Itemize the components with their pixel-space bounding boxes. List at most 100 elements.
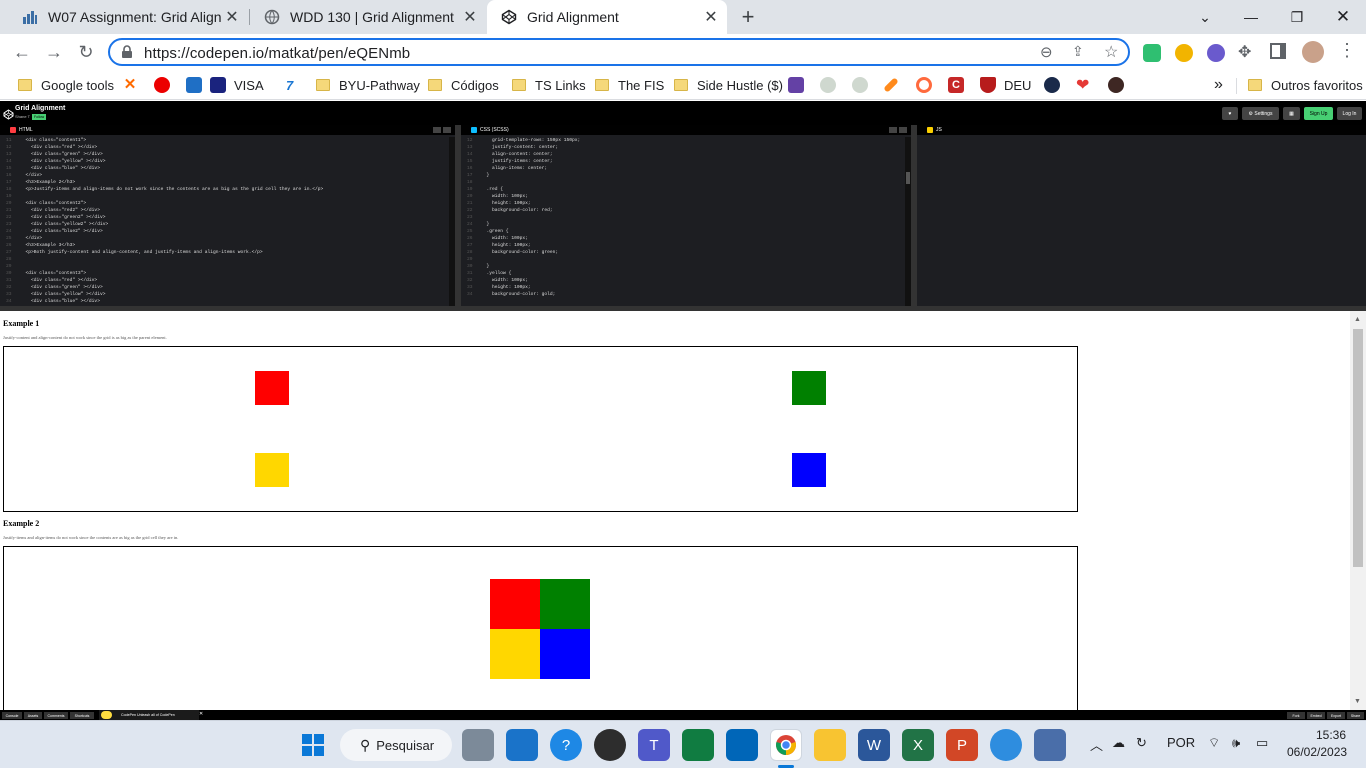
scroll-up-icon[interactable]: ▲ xyxy=(1354,315,1361,323)
profile-avatar[interactable] xyxy=(1302,41,1324,63)
html-editor[interactable]: HTML 11 <div class="content1"> 12 <div cl… xyxy=(0,125,455,311)
word-icon[interactable]: W xyxy=(858,729,890,761)
powerpoint-icon[interactable]: P xyxy=(946,729,978,761)
pen-author[interactable]: Shane T xyxy=(15,114,30,119)
bookmark-hex[interactable] xyxy=(1044,76,1068,94)
bookmark-star-icon[interactable]: ☆ xyxy=(1104,42,1118,62)
reload-button[interactable]: ↻ xyxy=(74,40,98,64)
heart-button[interactable]: ♥ xyxy=(1222,107,1238,120)
scroll-thumb[interactable] xyxy=(1353,329,1363,567)
bookmark-google-tools[interactable]: Google tools xyxy=(18,76,114,94)
clock-date[interactable]: 06/02/2023 xyxy=(1287,745,1347,759)
export-button[interactable]: Export xyxy=(1327,712,1345,719)
bookmark-ts-links[interactable]: TS Links xyxy=(512,76,586,94)
xbox-icon[interactable] xyxy=(682,729,714,761)
bookmark-orange-circle[interactable] xyxy=(916,76,940,94)
excel-icon[interactable]: X xyxy=(902,729,934,761)
clock-time[interactable]: 15:36 xyxy=(1316,728,1346,742)
help-icon[interactable]: ? xyxy=(550,729,582,761)
share-button[interactable]: Share xyxy=(1347,712,1364,719)
calculator-icon[interactable] xyxy=(1034,729,1066,761)
codepen-logo-icon[interactable] xyxy=(3,107,14,125)
signup-button[interactable]: Sign Up xyxy=(1304,107,1333,120)
battery-icon[interactable]: ▭ xyxy=(1256,735,1268,751)
bookmark-byu-pathway[interactable]: BYU-Pathway xyxy=(316,76,420,94)
widgets-icon[interactable] xyxy=(506,729,538,761)
bookmark-the-fis[interactable]: The FIS xyxy=(595,76,664,94)
extension-green-icon[interactable] xyxy=(1143,44,1161,62)
bookmark-c[interactable]: C xyxy=(948,76,972,94)
back-button[interactable]: ← xyxy=(10,40,34,64)
css-code[interactable]: 12 grid-template-rows: 150px 150px; 13 ju… xyxy=(467,137,903,298)
browser-globe-icon[interactable] xyxy=(990,729,1022,761)
close-icon[interactable]: ✕ xyxy=(701,7,721,27)
sync-icon[interactable]: ↻ xyxy=(1136,735,1147,751)
taskbar-search[interactable]: ⚲ Pesquisar xyxy=(340,729,452,761)
tab-wdd130[interactable]: WDD 130 | Grid Alignment ✕ xyxy=(250,0,486,34)
clock-app-icon[interactable] xyxy=(594,729,626,761)
volume-icon[interactable]: 🕪 xyxy=(1232,735,1240,751)
more-bookmarks-button[interactable]: » xyxy=(1214,76,1223,94)
wifi-icon[interactable]: ⌔ xyxy=(1208,735,1220,751)
forward-button[interactable]: → xyxy=(42,40,66,64)
settings-button[interactable]: ⚙ Settings xyxy=(1242,107,1279,120)
fork-button[interactable]: Fork xyxy=(1287,712,1305,719)
bookmark-santander[interactable] xyxy=(154,76,178,94)
close-promo-icon[interactable]: ✕ xyxy=(199,711,203,717)
task-view-icon[interactable] xyxy=(462,729,494,761)
console-button[interactable]: Console xyxy=(2,712,22,719)
embed-button[interactable]: Embed xyxy=(1307,712,1325,719)
tab-search-icon[interactable]: ⌄ xyxy=(1182,0,1228,34)
js-editor[interactable]: JS xyxy=(917,125,1366,311)
bookmark-heart[interactable]: ❤ xyxy=(1076,76,1089,94)
menu-kebab-icon[interactable]: ⋮ xyxy=(1338,40,1356,61)
address-bar[interactable]: https://codepen.io/matkat/pen/eQENmb ⊖ ⇪… xyxy=(108,38,1130,66)
bookmark-outros-favoritos[interactable]: Outros favoritos xyxy=(1248,76,1363,94)
bookmark-xinput[interactable]: ✕ xyxy=(122,76,146,94)
scroll-down-icon[interactable]: ▼ xyxy=(1354,697,1361,705)
assets-button[interactable]: Assets xyxy=(24,712,42,719)
bookmark-side-hustle[interactable]: Side Hustle ($) xyxy=(674,76,783,94)
language-indicator[interactable]: POR xyxy=(1167,735,1195,750)
new-tab-button[interactable]: + xyxy=(736,4,760,30)
bookmark-deu[interactable]: DEU xyxy=(980,76,1031,94)
bookmark-bicycle-2[interactable] xyxy=(852,76,876,94)
extensions-puzzle-icon[interactable]: ✥ xyxy=(1238,42,1251,62)
bookmark-bird[interactable] xyxy=(1108,76,1132,94)
comments-button[interactable]: Comments xyxy=(44,712,68,719)
side-panel-icon[interactable] xyxy=(1270,43,1286,59)
extension-honey-icon[interactable] xyxy=(1175,44,1193,62)
vscode-icon[interactable] xyxy=(726,729,758,761)
zoom-icon[interactable]: ⊖ xyxy=(1040,43,1053,61)
tab-grid-alignment[interactable]: Grid Alignment ✕ xyxy=(487,0,727,34)
login-button[interactable]: Log In xyxy=(1337,107,1362,120)
share-icon[interactable]: ⇪ xyxy=(1072,43,1084,60)
close-icon[interactable]: ✕ xyxy=(222,7,242,27)
follow-badge[interactable]: Follow xyxy=(32,114,47,120)
html-code[interactable]: 11 <div class="content1"> 12 <div class="… xyxy=(6,137,447,305)
start-button[interactable] xyxy=(297,729,329,761)
chrome-icon[interactable] xyxy=(770,729,802,761)
chevron-up-icon[interactable]: ︿ xyxy=(1090,735,1103,754)
result-scrollbar[interactable]: ▲ ▼ xyxy=(1350,311,1366,710)
change-view-button[interactable]: ▦ xyxy=(1283,107,1300,120)
pane-collapse-icon[interactable] xyxy=(899,127,907,133)
close-window-button[interactable]: ✕ xyxy=(1320,0,1366,34)
bookmark-codigos[interactable]: Códigos xyxy=(428,76,499,94)
pane-settings-icon[interactable] xyxy=(889,127,897,133)
file-explorer-icon[interactable] xyxy=(814,729,846,761)
bookmark-seven[interactable]: 7 xyxy=(286,76,293,94)
pane-settings-icon[interactable] xyxy=(433,127,441,133)
css-editor[interactable]: CSS (SCSS) 12 grid-template-rows: 150px … xyxy=(461,125,911,311)
maximize-button[interactable]: ❐ xyxy=(1274,0,1320,34)
extension-flower-icon[interactable] xyxy=(1207,44,1225,62)
tab-w07-assignment[interactable]: W07 Assignment: Grid Alignment ✕ xyxy=(8,0,248,34)
bookmark-visa[interactable]: VISA xyxy=(186,76,264,94)
bookmark-pencil[interactable] xyxy=(883,76,902,94)
minimize-button[interactable]: — xyxy=(1228,0,1274,34)
teams-icon[interactable]: T xyxy=(638,729,670,761)
bookmark-bicycle-1[interactable] xyxy=(820,76,844,94)
cloud-icon[interactable]: ☁ xyxy=(1112,735,1125,751)
shortcuts-button[interactable]: Shortcuts xyxy=(70,712,94,719)
close-icon[interactable]: ✕ xyxy=(460,7,480,27)
